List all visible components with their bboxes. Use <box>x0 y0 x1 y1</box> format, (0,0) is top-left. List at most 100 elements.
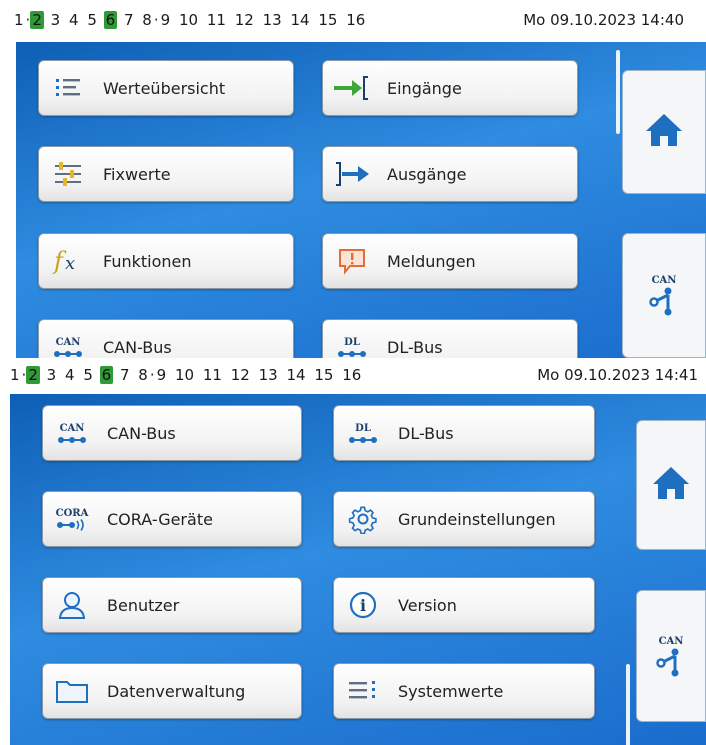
tile-label: Werteübersicht <box>103 78 226 98</box>
controller-index[interactable]: 10 <box>173 366 196 384</box>
can-tag: CAN <box>658 635 684 647</box>
controller-index[interactable]: 14 <box>288 11 311 29</box>
tile-werteuebersicht[interactable]: Werteübersicht <box>38 60 294 116</box>
menu-area: Werteübersicht Eingänge Fixwerte Ausgäng… <box>16 42 706 358</box>
controller-index[interactable]: 10 <box>177 11 200 29</box>
tile-eingaenge[interactable]: Eingänge <box>322 60 578 116</box>
tile-label: Datenverwaltung <box>107 681 246 701</box>
controller-index[interactable]: 5 <box>85 11 99 29</box>
fixed-values-icon <box>47 154 89 194</box>
controller-index[interactable]: 7 <box>118 366 132 384</box>
controller-index[interactable]: 15 <box>312 366 335 384</box>
scrollbar[interactable] <box>626 664 630 745</box>
home-button[interactable] <box>622 70 706 194</box>
controller-index[interactable]: 4 <box>63 366 77 384</box>
can-network-button[interactable]: CAN <box>636 590 706 722</box>
date-time: Mo 09.10.2023 14:40 <box>523 11 684 29</box>
cora-devices-icon: CORA <box>51 499 93 539</box>
tile-label: DL-Bus <box>398 423 454 443</box>
can-tag: CAN <box>59 422 85 434</box>
can-tag: CAN <box>651 275 677 286</box>
can-network-icon: CAN <box>656 636 686 677</box>
controller-index-active[interactable]: 6 <box>99 366 114 384</box>
controller-index[interactable]: 9 <box>155 366 169 384</box>
tile-fixwerte[interactable]: Fixwerte <box>38 146 294 202</box>
svg-text:x: x <box>65 253 75 274</box>
tile-dl-bus[interactable]: DL DL-Bus <box>333 405 595 461</box>
tile-funktionen[interactable]: fx Funktionen <box>38 233 294 289</box>
controller-index[interactable]: 5 <box>81 366 95 384</box>
controller-index[interactable]: 12 <box>233 11 256 29</box>
user-icon <box>51 585 93 625</box>
can-tag: CAN <box>55 336 81 348</box>
controller-index-active[interactable]: 6 <box>103 11 118 29</box>
can-bus-icon: CAN <box>51 413 93 453</box>
controller-index-list: 1 · 2 3 4 5 6 7 8 · 9 10 11 12 13 14 15 16 <box>12 11 367 29</box>
tile-label: Meldungen <box>387 251 476 271</box>
controller-index[interactable]: 16 <box>344 11 367 29</box>
dl-bus-icon: DL <box>342 413 384 453</box>
controller-index-active[interactable]: 2 <box>26 366 40 384</box>
system-values-icon <box>342 671 384 711</box>
screen-top: 1 · 2 3 4 5 6 7 8 · 9 10 11 12 13 14 15 16 M… <box>0 0 706 358</box>
cora-tag: CORA <box>55 507 89 519</box>
tile-label: Systemwerte <box>398 681 504 701</box>
tile-dl-bus[interactable]: DL DL-Bus <box>322 319 578 358</box>
tile-datenverwaltung[interactable]: Datenverwaltung <box>42 663 302 719</box>
date-time: Mo 09.10.2023 14:41 <box>537 366 698 384</box>
controller-index[interactable]: 3 <box>45 366 59 384</box>
menu-area: CAN CAN-Bus DL DL-Bus CORA CORA-Geräte G <box>10 394 706 745</box>
scrollbar[interactable] <box>616 50 620 134</box>
tile-label: Funktionen <box>103 251 192 271</box>
controller-index[interactable]: 3 <box>49 11 63 29</box>
controller-index[interactable]: 12 <box>229 366 252 384</box>
tile-label: Ausgänge <box>387 164 467 184</box>
output-arrow-icon <box>331 154 373 194</box>
tile-benutzer[interactable]: Benutzer <box>42 577 302 633</box>
controller-index[interactable]: 15 <box>316 11 339 29</box>
home-button[interactable] <box>636 420 706 550</box>
tile-systemwerte[interactable]: Systemwerte <box>333 663 595 719</box>
home-icon <box>651 464 691 506</box>
gear-icon <box>342 499 384 539</box>
tile-cora-geraete[interactable]: CORA CORA-Geräte <box>42 491 302 547</box>
can-bus-icon: CAN <box>47 327 89 358</box>
controller-index-list: 1 · 2 3 4 5 6 7 8 · 9 10 11 12 13 14 15 16 <box>8 366 363 384</box>
can-network-icon: CAN <box>649 275 679 316</box>
tile-label: Benutzer <box>107 595 180 615</box>
controller-index[interactable]: 1 <box>8 366 22 384</box>
can-network-button[interactable]: CAN <box>622 233 706 358</box>
tile-can-bus[interactable]: CAN CAN-Bus <box>38 319 294 358</box>
controller-index[interactable]: 4 <box>67 11 81 29</box>
controller-index[interactable]: 1 <box>12 11 26 29</box>
controller-index[interactable]: 14 <box>284 366 307 384</box>
info-icon: i <box>342 585 384 625</box>
controller-index[interactable]: 7 <box>122 11 136 29</box>
dl-tag: DL <box>355 422 371 434</box>
tile-version[interactable]: i Version <box>333 577 595 633</box>
controller-index[interactable]: 11 <box>201 366 224 384</box>
tile-can-bus[interactable]: CAN CAN-Bus <box>42 405 302 461</box>
tile-label: DL-Bus <box>387 337 443 357</box>
tile-label: CAN-Bus <box>107 423 176 443</box>
tile-label: CAN-Bus <box>103 337 172 357</box>
controller-index[interactable]: 13 <box>257 366 280 384</box>
tile-label: Version <box>398 595 457 615</box>
controller-index[interactable]: 8 <box>140 11 154 29</box>
tile-label: Grundeinstellungen <box>398 509 556 529</box>
svg-text:i: i <box>360 596 366 615</box>
controller-index[interactable]: 8 <box>136 366 150 384</box>
tile-meldungen[interactable]: Meldungen <box>322 233 578 289</box>
input-arrow-icon <box>331 68 373 108</box>
tile-label: Fixwerte <box>103 164 171 184</box>
controller-index[interactable]: 11 <box>205 11 228 29</box>
controller-index[interactable]: 9 <box>159 11 173 29</box>
function-fx-icon: fx <box>47 241 89 281</box>
controller-index[interactable]: 13 <box>261 11 284 29</box>
tile-grundeinstellungen[interactable]: Grundeinstellungen <box>333 491 595 547</box>
tile-ausgaenge[interactable]: Ausgänge <box>322 146 578 202</box>
screen-bottom: 1 · 2 3 4 5 6 7 8 · 9 10 11 12 13 14 15 16 M… <box>0 358 706 745</box>
controller-index-active[interactable]: 2 <box>30 11 44 29</box>
tile-label: CORA-Geräte <box>107 509 213 529</box>
controller-index[interactable]: 16 <box>340 366 363 384</box>
